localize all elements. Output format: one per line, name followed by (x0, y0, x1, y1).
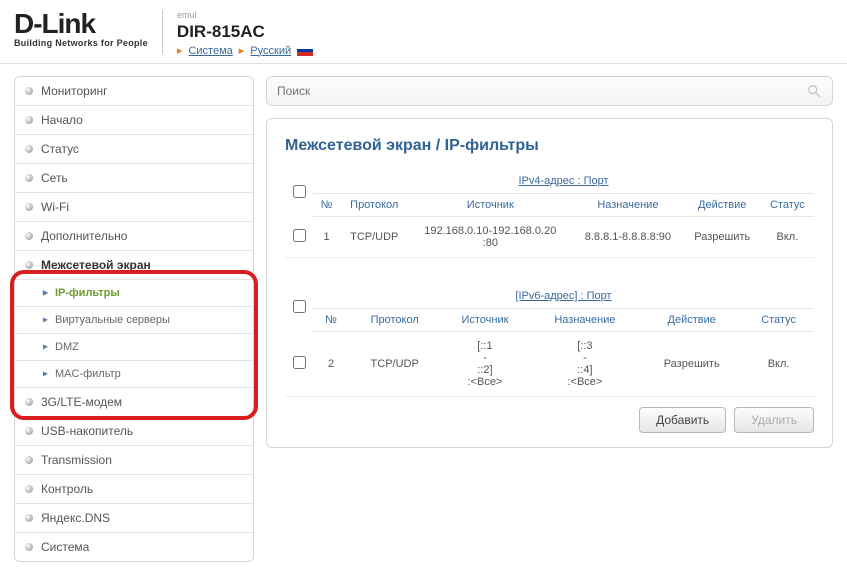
cell-dst: [::3 - ::4] :<Все> (530, 332, 641, 397)
col-stat: Статус (761, 194, 814, 217)
logo-text: D-Link (14, 10, 148, 38)
sidebar-subitem[interactable]: MAC-фильтр (15, 361, 253, 388)
sidebar: МониторингНачалоСтатусСетьWi-FiДополните… (14, 76, 254, 562)
ipv4-select-all[interactable] (293, 185, 306, 198)
ipv6-select-all[interactable] (293, 300, 306, 313)
sidebar-item[interactable]: Transmission (15, 446, 253, 475)
col-act: Действие (684, 194, 761, 217)
add-button[interactable]: Добавить (639, 407, 726, 433)
col-proto: Протокол (349, 309, 440, 332)
cell-src: [::1 - ::2] :<Все> (440, 332, 529, 397)
sidebar-subitem[interactable]: IP-фильтры (15, 280, 253, 307)
col-proto: Протокол (340, 194, 408, 217)
model-name: DIR-815AC (177, 22, 313, 42)
col-dst: Назначение (530, 309, 641, 332)
sidebar-item[interactable]: USB-накопитель (15, 417, 253, 446)
col-src: Источник (408, 194, 572, 217)
arrow-icon: ▸ (239, 44, 245, 57)
col-num: № (313, 309, 349, 332)
sidebar-item[interactable]: Контроль (15, 475, 253, 504)
cell-act: Разрешить (640, 332, 743, 397)
sidebar-item[interactable]: Яндекс.DNS (15, 504, 253, 533)
search-icon (806, 83, 822, 99)
cell-act: Разрешить (684, 217, 761, 258)
search-bar[interactable] (266, 76, 833, 106)
ipv6-table: [IPv6-адрес] : Порт № Протокол Источник … (285, 284, 814, 397)
button-row: Добавить Удалить (285, 407, 814, 433)
sidebar-item[interactable]: Мониторинг (15, 77, 253, 106)
table-row[interactable]: 2TCP/UDP[::1 - ::2] :<Все>[::3 - ::4] :<… (285, 332, 814, 397)
cell-num: 1 (313, 217, 340, 258)
logo: D-Link Building Networks for People (14, 10, 148, 48)
col-act: Действие (640, 309, 743, 332)
sidebar-menu: МониторингНачалоСтатусСетьWi-FiДополните… (14, 76, 254, 562)
logo-slogan: Building Networks for People (14, 38, 148, 48)
col-num: № (313, 194, 340, 217)
header-links: ▸ Система ▸ Русский (177, 44, 313, 57)
flag-icon (297, 45, 313, 56)
cell-dst: 8.8.8.1-8.8.8.8:90 (572, 217, 684, 258)
sidebar-item[interactable]: Сеть (15, 164, 253, 193)
ipv4-table: IPv4-адрес : Порт № Протокол Источник На… (285, 169, 814, 258)
sidebar-subitem[interactable]: DMZ (15, 334, 253, 361)
sidebar-item[interactable]: Дополнительно (15, 222, 253, 251)
row-checkbox[interactable] (293, 229, 306, 242)
sidebar-item[interactable]: Система (15, 533, 253, 561)
sidebar-subitem[interactable]: Виртуальные серверы (15, 307, 253, 334)
cell-proto: TCP/UDP (349, 332, 440, 397)
search-input[interactable] (277, 84, 806, 98)
cell-stat: Вкл. (761, 217, 814, 258)
sidebar-item[interactable]: Межсетевой экран (15, 251, 253, 280)
cell-stat: Вкл. (743, 332, 814, 397)
col-src: Источник (440, 309, 529, 332)
link-language[interactable]: Русский (250, 45, 291, 57)
page-title: Межсетевой экран / IP-фильтры (285, 137, 814, 155)
sidebar-item[interactable]: Статус (15, 135, 253, 164)
sidebar-item[interactable]: 3G/LTE-модем (15, 388, 253, 417)
table-row[interactable]: 1TCP/UDP192.168.0.10-192.168.0.20 :808.8… (285, 217, 814, 258)
header-divider (162, 10, 163, 54)
cell-src: 192.168.0.10-192.168.0.20 :80 (408, 217, 572, 258)
ipv6-title[interactable]: [IPv6-адрес] : Порт (313, 284, 814, 309)
col-stat: Статус (743, 309, 814, 332)
cell-proto: TCP/UDP (340, 217, 408, 258)
sidebar-item[interactable]: Начало (15, 106, 253, 135)
col-dst: Назначение (572, 194, 684, 217)
delete-button[interactable]: Удалить (734, 407, 814, 433)
emul-label: emul (177, 10, 313, 20)
header: D-Link Building Networks for People emul… (0, 0, 847, 64)
row-checkbox[interactable] (293, 356, 306, 369)
ipv4-title[interactable]: IPv4-адрес : Порт (313, 169, 814, 194)
sidebar-item[interactable]: Wi-Fi (15, 193, 253, 222)
link-system[interactable]: Система (188, 45, 232, 57)
cell-num: 2 (313, 332, 349, 397)
arrow-icon: ▸ (177, 44, 183, 57)
content-panel: Межсетевой экран / IP-фильтры IPv4-адрес… (266, 118, 833, 448)
